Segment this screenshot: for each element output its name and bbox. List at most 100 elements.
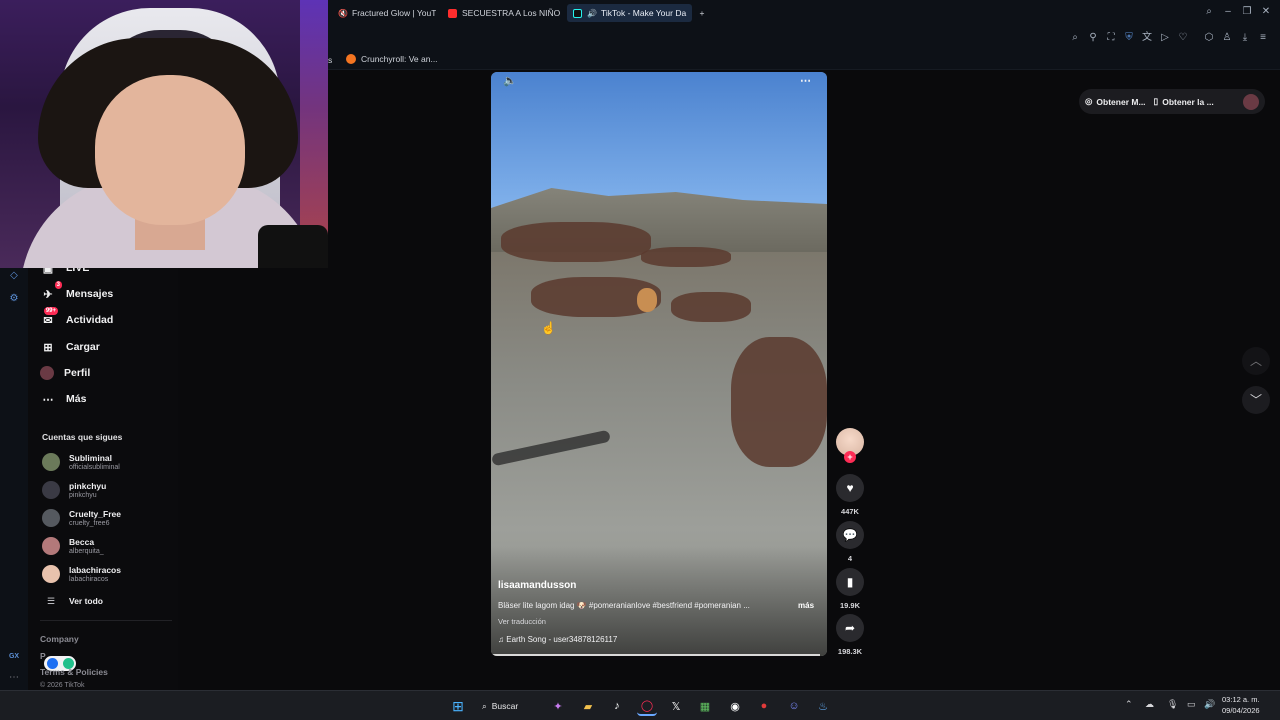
next-video-button[interactable]: ﹀ [1242, 386, 1270, 414]
following-account[interactable]: labachiracos labachiracos [42, 561, 121, 587]
cloud-icon[interactable]: ☁ [1145, 699, 1154, 710]
copilot-icon[interactable]: ✦ [548, 696, 568, 716]
translate-icon[interactable]: 文 [1141, 32, 1153, 44]
extensions-icon[interactable]: ⬡ [1203, 32, 1215, 44]
tab-secuestra[interactable]: SECUESTRA A Los NIÑOS [442, 4, 560, 22]
account-icon[interactable]: ♙ [1221, 32, 1233, 44]
share-icon: ➦ [836, 614, 864, 642]
microphone-icon[interactable]: 🎙 [1167, 699, 1178, 710]
tiktok-icon[interactable]: ♪ [607, 696, 627, 716]
video-song[interactable]: ♫ Earth Song - user34878126117 [498, 635, 617, 644]
tab-label: SECUESTRA A Los NIÑOS [462, 8, 560, 18]
bookmark-crunchyroll[interactable]: Crunchyroll: Ve an... [346, 54, 438, 64]
translation-link[interactable]: Ver traducción [498, 617, 546, 626]
windows-start-icon[interactable]: ⊞ [448, 696, 468, 716]
heart-icon[interactable]: ♡ [1177, 32, 1189, 44]
heather-patch [671, 292, 751, 322]
see-all-link[interactable]: ☰ Ver todo [42, 588, 103, 614]
zoom-icon[interactable]: ⌕ [1069, 32, 1081, 44]
minecraft-icon[interactable]: ▦ [695, 696, 715, 716]
restore-icon[interactable]: ❐ [1241, 6, 1253, 18]
following-account[interactable]: Cruelty_Free cruelty_free6 [42, 505, 121, 531]
video-progress-bar[interactable] [491, 654, 821, 656]
divider [40, 620, 172, 621]
x-icon[interactable]: 𝕏 [666, 696, 686, 716]
youtube-icon [448, 8, 457, 18]
get-app-link-2[interactable]: ▯ Obtener la ... [1154, 96, 1214, 107]
activity-badge: 99+ [43, 307, 58, 315]
more-options-icon[interactable]: ⋯ [800, 74, 811, 87]
file-explorer-icon[interactable]: ▰ [578, 696, 598, 716]
new-tab-button[interactable]: + [694, 4, 710, 22]
shield-icon[interactable]: ⛨ [1123, 32, 1135, 44]
recorder-icon[interactable]: ● [754, 696, 774, 716]
nav-profile[interactable]: Perfil [40, 363, 90, 383]
tray-overflow-icon[interactable]: ⌃ [1125, 699, 1133, 710]
nav-upload[interactable]: ⊞ Cargar [40, 337, 100, 357]
volume-icon[interactable]: 🔈 [503, 74, 517, 87]
messages-icon: ✈ 3 [43, 281, 62, 301]
messenger-icon[interactable]: ◇ [8, 270, 20, 282]
comment-icon: 💬 [836, 521, 864, 549]
more-icon: ⋯ [42, 393, 54, 406]
comment-button[interactable]: 💬 4 [836, 521, 864, 563]
discord-icon[interactable]: ☺ [784, 696, 804, 716]
network-icon[interactable]: ▭ [1187, 699, 1196, 710]
close-icon[interactable]: ✕ [1260, 6, 1272, 18]
profile-icon [40, 366, 54, 380]
nav-activity[interactable]: ✉ 99+ Actividad [40, 307, 113, 330]
footer-terms[interactable]: Terms & Policies [40, 667, 108, 677]
video-player[interactable]: 🔈 ⋯ lisaamandusson Bläser lite lagom ida… [491, 72, 827, 656]
upload-icon: ⊞ [43, 341, 53, 354]
nav-label: Cargar [66, 341, 100, 353]
minimize-icon[interactable]: – [1222, 6, 1234, 18]
taskbar-clock[interactable]: 03:12 a. m. 09/04/2026 [1222, 694, 1260, 716]
heather-patch [731, 337, 827, 467]
video-author[interactable]: lisaamandusson [498, 580, 576, 591]
obs-icon[interactable]: ◉ [725, 696, 745, 716]
screenshot-icon[interactable]: ⛶ [1105, 32, 1117, 44]
nav-label: Perfil [64, 367, 91, 379]
play-icon[interactable]: ▷ [1159, 32, 1171, 44]
tab-fractured-glow[interactable]: 🔇 Fractured Glow | YouT [332, 4, 436, 22]
previous-video-button[interactable]: ︿ [1242, 347, 1270, 375]
like-button[interactable]: ♥ 447K [836, 474, 864, 516]
opera-gx-icon[interactable]: ◯ [637, 696, 657, 716]
bookmark-item[interactable]: s [328, 55, 332, 65]
crunchyroll-icon [346, 54, 356, 64]
following-account[interactable]: pinkchyu pinkchyu [42, 477, 106, 503]
bookmark-icon: ▮ [836, 568, 864, 596]
tiktok-icon [573, 8, 582, 18]
get-app-link-1[interactable]: ◎ Obtener M... [1085, 96, 1146, 107]
menu-icon[interactable]: ≡ [1257, 32, 1269, 44]
avatar [42, 509, 60, 527]
search-icon[interactable]: ⌕ [1203, 6, 1215, 18]
avatar [42, 537, 60, 555]
tab-label: Fractured Glow | YouT [352, 8, 436, 18]
nav-more[interactable]: ⋯ Más [40, 389, 87, 409]
follow-button[interactable]: + [844, 451, 856, 463]
taskbar-search[interactable]: ⌕ Buscar [482, 696, 540, 716]
more-options-icon[interactable]: ⋯ [8, 672, 20, 684]
pin-icon[interactable]: ⚲ [1087, 32, 1099, 44]
gx-label[interactable]: GX [8, 651, 20, 663]
settings-icon[interactable]: ⚙ [8, 293, 20, 305]
user-avatar[interactable] [1243, 93, 1259, 110]
download-icon[interactable]: ⤓ [1239, 32, 1251, 44]
more-link[interactable]: más [798, 601, 814, 610]
pomeranian-dog [637, 288, 657, 312]
muted-speaker-icon: 🔇 [338, 8, 348, 18]
share-button[interactable]: ➦ 198.3K [836, 614, 864, 656]
tab-tiktok[interactable]: 🔊 TikTok - Make Your Da [567, 4, 692, 22]
volume-icon[interactable]: 🔊 [1204, 699, 1215, 710]
activity-icon: ✉ 99+ [43, 307, 58, 327]
following-account[interactable]: Becca alberquita_ [42, 533, 104, 559]
heather-patch [501, 222, 651, 262]
like-count: 447K [841, 507, 859, 516]
following-account[interactable]: Subliminal officialsubliminal [42, 449, 120, 475]
save-button[interactable]: ▮ 19.9K [836, 568, 864, 610]
nav-messages[interactable]: ✈ 3 Mensajes [40, 281, 113, 304]
tiktok-left-nav: ▣ LIVE ✈ 3 Mensajes ✉ 99+ Actividad ⊞ Carg… [28, 262, 178, 690]
footer-company[interactable]: Company [40, 634, 79, 644]
steam-icon[interactable]: ♨ [813, 696, 833, 716]
